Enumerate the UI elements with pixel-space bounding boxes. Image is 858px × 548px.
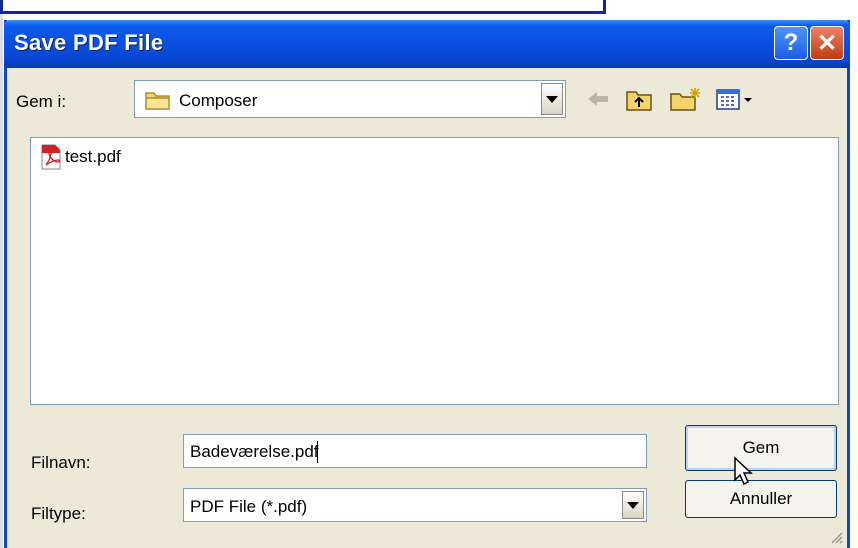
dialog-title: Save PDF File	[14, 30, 164, 55]
file-list[interactable]: test.pdf	[30, 137, 839, 405]
folder-icon	[145, 92, 170, 110]
filetype-label: Filtype:	[31, 504, 86, 523]
filetype-combo[interactable]: PDF File (*.pdf)	[183, 488, 647, 522]
title-bar[interactable]: Save PDF File ? ✕	[4, 20, 850, 68]
cancel-button[interactable]: Annuller	[685, 480, 837, 518]
lookin-combo[interactable]: Composer	[134, 80, 566, 118]
file-item[interactable]: test.pdf	[40, 143, 121, 171]
filetype-value: PDF File (*.pdf)	[190, 497, 308, 516]
view-menu-icon[interactable]	[715, 86, 755, 112]
background-edge	[0, 14, 3, 548]
help-button[interactable]: ?	[774, 26, 808, 60]
filename-input[interactable]: Badeværelse.pdf	[183, 434, 647, 468]
up-folder-icon[interactable]	[625, 86, 653, 112]
background-window	[0, 0, 606, 14]
text-caret	[317, 441, 318, 463]
save-dialog: Save PDF File ? ✕ Gem i: Composer test.p…	[4, 20, 850, 548]
chevron-down-icon	[546, 95, 558, 103]
filename-value: Badeværelse.pdf	[190, 442, 319, 461]
mouse-cursor-icon	[734, 456, 753, 486]
save-button[interactable]: Gem	[685, 425, 837, 471]
pdf-file-icon	[41, 144, 61, 170]
resize-grip-icon[interactable]	[829, 530, 843, 544]
file-name: test.pdf	[65, 147, 121, 166]
lookin-dropdown-button[interactable]	[541, 83, 563, 115]
close-button[interactable]: ✕	[810, 26, 844, 60]
filetype-dropdown-button[interactable]	[622, 491, 644, 519]
chevron-down-icon	[627, 501, 639, 509]
back-arrow-icon[interactable]	[585, 86, 611, 112]
filename-label: Filnavn:	[31, 453, 91, 472]
lookin-label: Gem i:	[16, 92, 67, 111]
new-folder-icon[interactable]	[669, 86, 703, 112]
lookin-value: Composer	[179, 91, 258, 110]
